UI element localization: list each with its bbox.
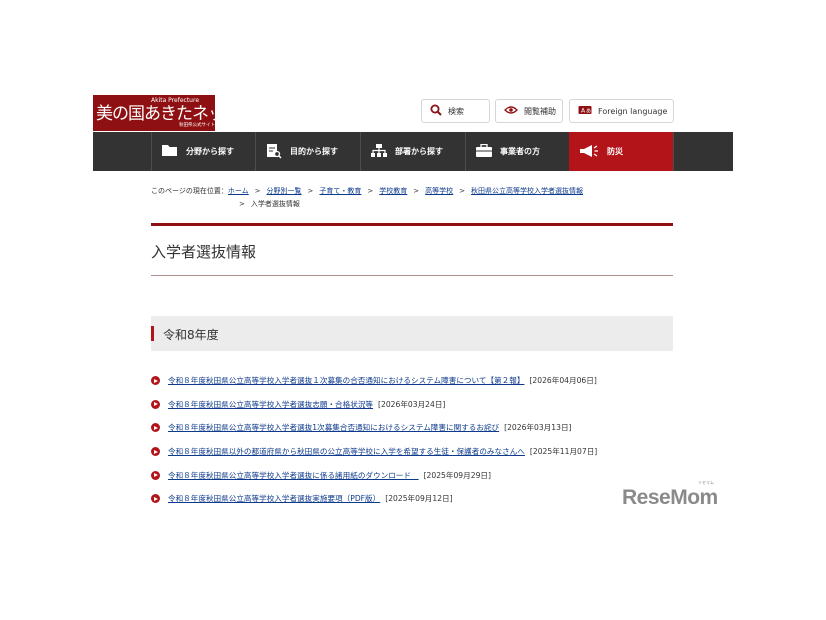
article-date: [2025年11月07日] [529,447,598,457]
language-label: Foreign language [598,106,668,116]
nav-label: 部署から探す [395,147,443,156]
arrow-bullet-icon [151,423,160,433]
title-accent-bar [151,223,673,226]
global-nav: 分野から探す 目的から探す 部署から探す 事業者の方 防災 [93,132,733,171]
article-link[interactable]: 令和８年度秋田県以外の都道府県から秋田県の公立高等学校に入学を希望する生徒・保護… [168,446,525,457]
list-item: 令和８年度秋田県公立高等学校入学者選抜１次募集の合否通知におけるシステム障害につ… [151,369,691,393]
search-label: 検索 [448,106,464,116]
nav-label: 防災 [607,147,623,156]
folder-icon [162,144,178,159]
accessibility-label: 閲覧補助 [524,106,556,116]
nav-label: 分野から探す [186,147,234,156]
page-title: 入学者選抜情報 [151,243,257,261]
arrow-bullet-icon [151,447,160,457]
nav-by-department[interactable]: 部署から探す [360,132,465,171]
nav-business[interactable]: 事業者の方 [465,132,569,171]
nav-divider [673,132,674,171]
breadcrumb: このページの現在位置：ホーム > 分野別一覧 > 子育て・教育 > 学校教育 > 高等学校 > 秋田… [151,185,691,211]
megaphone-icon [579,144,599,160]
breadcrumb-separator: > [307,187,314,195]
article-link[interactable]: 令和８年度秋田県公立高等学校入学者選抜志願・合格状況等 [168,399,373,410]
nav-label: 目的から探す [290,147,338,156]
list-item: 令和８年度秋田県公立高等学校入学者選抜1次募集合否通知におけるシステム障害に関す… [151,416,691,440]
section-heading: 令和8年度 [151,316,673,351]
article-date: [2025年09月12日] [385,494,453,504]
breadcrumb-separator: > [459,187,466,195]
breadcrumb-link[interactable]: 秋田県公立高等学校入学者選抜情報 [471,187,583,195]
nav-by-purpose[interactable]: 目的から探す [255,132,360,171]
search-button[interactable]: 検索 [421,99,490,123]
search-icon [430,104,442,118]
breadcrumb-link[interactable]: 高等学校 [425,187,453,195]
page-content: 美の国あきたネット Akita Prefecture 秋田県公式サイト 検索 閲… [93,95,733,523]
briefcase-icon [476,143,492,160]
document-search-icon [266,143,282,161]
breadcrumb-link[interactable]: 分野別一覧 [267,187,302,195]
article-link[interactable]: 令和８年度秋田県公立高等学校入学者選抜実施要項（PDF版） [168,493,380,504]
nav-label: 事業者の方 [500,147,540,156]
arrow-bullet-icon [151,376,160,386]
resemom-watermark: ReseMom [622,486,718,509]
logo-subtitle: 秋田県公式サイト [179,123,215,128]
article-date: [2026年04月06日] [529,376,597,386]
section-heading-marker [151,326,154,341]
breadcrumb-link[interactable]: 子育て・教育 [319,187,361,195]
site-logo[interactable]: 美の国あきたネット Akita Prefecture 秋田県公式サイト [93,95,241,131]
arrow-bullet-icon [151,494,160,504]
breadcrumb-current-line: > 入学者選抜情報 [151,198,691,211]
language-icon: Aあ [578,105,592,117]
list-item: 令和８年度秋田県以外の都道府県から秋田県の公立高等学校に入学を希望する生徒・保護… [151,440,691,464]
resemom-watermark-kana: リセマム [698,480,714,485]
breadcrumb-separator: > [239,200,245,208]
article-date: [2026年03月24日] [378,399,446,409]
article-list: 令和８年度秋田県公立高等学校入学者選抜１次募集の合否通知におけるシステム障害につ… [151,369,691,511]
list-item: 令和８年度秋田県公立高等学校入学者選抜志願・合格状況等 [2026年03月24日… [151,393,691,417]
article-link[interactable]: 令和８年度秋田県公立高等学校入学者選抜１次募集の合否通知におけるシステム障害につ… [168,375,524,386]
breadcrumb-separator: > [367,187,374,195]
breadcrumb-current: 入学者選抜情報 [250,200,300,208]
article-date: [2026年03月13日] [504,423,572,433]
arrow-bullet-icon [151,470,160,480]
article-date: [2025年09月29日] [423,470,491,480]
accessibility-button[interactable]: 閲覧補助 [495,99,563,123]
language-button[interactable]: Aあ Foreign language [569,99,674,123]
list-item: 令和８年度秋田県公立高等学校入学者選抜実施要項（PDF版） [2025年09月1… [151,487,691,511]
article-link[interactable]: 令和８年度秋田県公立高等学校入学者選抜に係る諸用紙のダウンロード [168,470,419,481]
logo-english-text: Akita Prefecture [151,97,200,104]
eye-icon [504,105,518,117]
org-chart-icon [371,143,387,160]
breadcrumb-link[interactable]: 学校教育 [379,187,407,195]
list-item: 令和８年度秋田県公立高等学校入学者選抜に係る諸用紙のダウンロード [2025年0… [151,463,691,487]
nav-by-field[interactable]: 分野から探す [151,132,255,171]
breadcrumb-link[interactable]: ホーム [228,187,249,195]
section-heading-text: 令和8年度 [163,328,219,342]
nav-disaster[interactable]: 防災 [569,132,673,171]
article-link[interactable]: 令和８年度秋田県公立高等学校入学者選抜1次募集合否通知におけるシステム障害に関す… [168,422,499,433]
breadcrumb-separator: > [413,187,420,195]
breadcrumb-prefix: このページの現在位置： [151,187,228,195]
breadcrumb-separator: > [254,187,261,195]
svg-text:あ: あ [586,109,591,115]
arrow-bullet-icon [151,399,160,409]
title-divider [151,275,673,276]
